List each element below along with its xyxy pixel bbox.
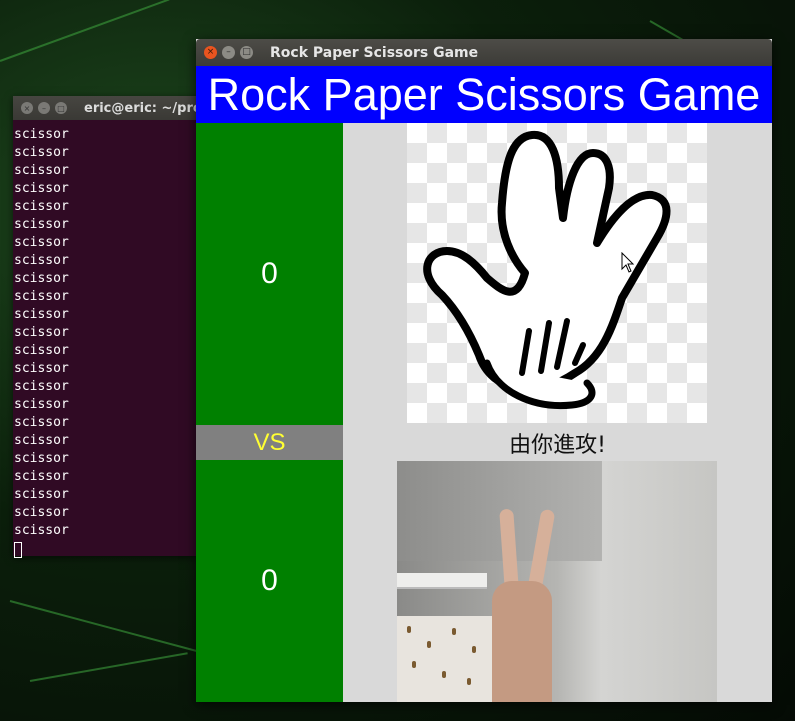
minimize-icon[interactable]: – <box>222 46 235 59</box>
terminal-line: scissor <box>14 397 69 412</box>
maximize-icon[interactable]: □ <box>240 46 253 59</box>
computer-choice-image <box>407 123 707 423</box>
curtain-pattern <box>442 671 446 678</box>
minimize-icon[interactable]: – <box>38 102 50 114</box>
terminal-line: scissor <box>14 415 69 430</box>
curtain-pattern <box>407 626 411 633</box>
wallpaper-streak <box>9 600 204 654</box>
mouse-cursor-icon <box>621 252 635 273</box>
curtain-pattern <box>452 628 456 635</box>
webcam-curtain <box>397 616 497 702</box>
close-icon[interactable]: × <box>204 46 217 59</box>
wallpaper-streak <box>29 652 188 682</box>
webcam-wall <box>602 461 717 702</box>
game-titlebar[interactable]: × – □ Rock Paper Scissors Game <box>196 39 772 66</box>
game-header: Rock Paper Scissors Game <box>196 66 772 123</box>
terminal-line: scissor <box>14 433 69 448</box>
terminal-cursor <box>14 542 22 558</box>
terminal-line: scissor <box>14 487 69 502</box>
terminal-line: scissor <box>14 199 69 214</box>
terminal-line: scissor <box>14 523 69 538</box>
terminal-line: scissor <box>14 361 69 376</box>
terminal-line: scissor <box>14 235 69 250</box>
window-title: Rock Paper Scissors Game <box>270 44 479 61</box>
terminal-line: scissor <box>14 217 69 232</box>
terminal-line: scissor <box>14 145 69 160</box>
webcam-air-conditioner <box>397 573 487 589</box>
wallpaper-streak <box>0 0 170 62</box>
webcam-feed <box>397 461 717 702</box>
close-icon[interactable]: × <box>21 102 33 114</box>
terminal-output[interactable]: scissor scissor scissor scissor scissor sciss… <box>13 120 213 558</box>
terminal-title: eric@eric: ~/pro <box>84 100 202 116</box>
terminal-line: scissor <box>14 325 69 340</box>
terminal-line: scissor <box>14 307 69 322</box>
paper-hand-icon <box>423 130 671 410</box>
webcam-hand <box>492 581 552 702</box>
terminal-line: scissor <box>14 271 69 286</box>
terminal-line: scissor <box>14 379 69 394</box>
terminal-line: scissor <box>14 163 69 178</box>
curtain-pattern <box>467 678 471 685</box>
terminal-line: scissor <box>14 253 69 268</box>
terminal-line: scissor <box>14 469 69 484</box>
terminal-line: scissor <box>14 181 69 196</box>
terminal-titlebar[interactable]: × – □ eric@eric: ~/pro <box>13 96 213 120</box>
player-score: 0 <box>196 460 343 702</box>
vs-label: VS <box>196 425 343 460</box>
terminal-line: scissor <box>14 127 69 142</box>
curtain-pattern <box>412 661 416 668</box>
terminal-line: scissor <box>14 451 69 466</box>
game-window[interactable]: × – □ Rock Paper Scissors Game Rock Pape… <box>196 39 772 702</box>
terminal-window[interactable]: × – □ eric@eric: ~/pro scissor scissor sci… <box>13 96 213 558</box>
terminal-line: scissor <box>14 289 69 304</box>
maximize-icon[interactable]: □ <box>55 102 67 114</box>
terminal-line: scissor <box>14 505 69 520</box>
status-message: 由你進攻! <box>509 432 606 458</box>
terminal-line: scissor <box>14 343 69 358</box>
computer-score: 0 <box>196 123 343 425</box>
curtain-pattern <box>472 646 476 653</box>
curtain-pattern <box>427 641 431 648</box>
